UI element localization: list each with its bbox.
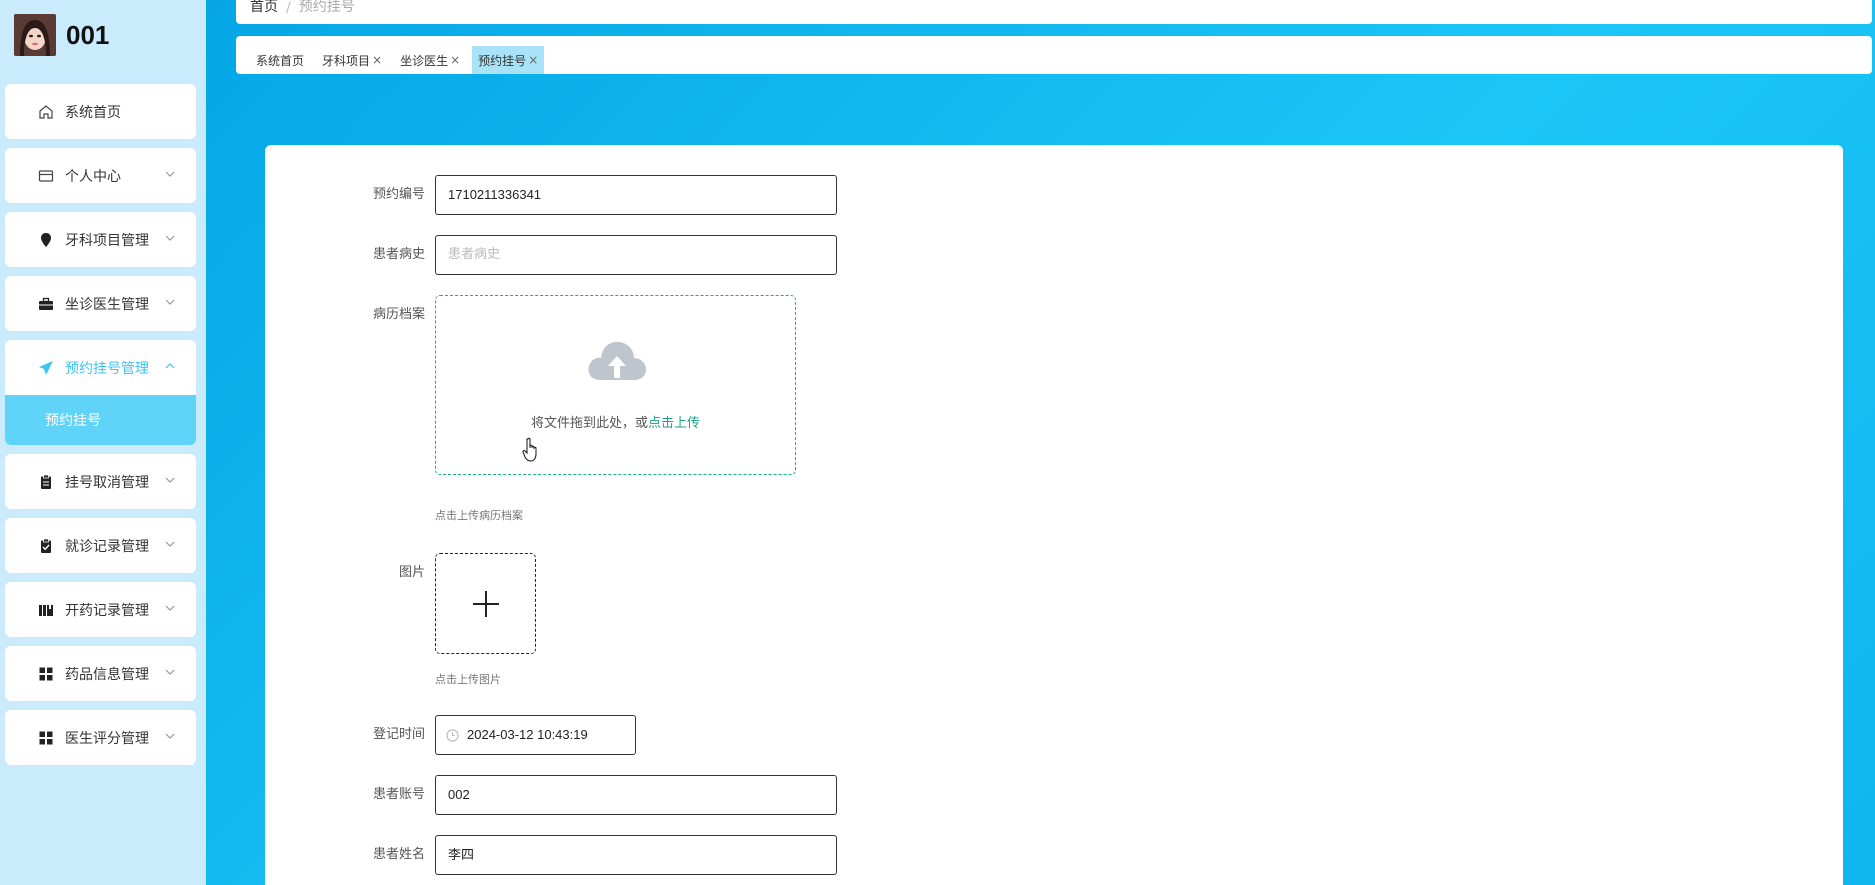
upload-drag-text: 将文件拖到此处，或: [530, 416, 648, 431]
patient-account-label: 患者账号: [372, 787, 425, 802]
form-card: 预约编号 1710211336341 患者病史 患者病史 病历档案 将文件拖到此…: [265, 145, 1843, 885]
records-label: 病历档案: [372, 307, 425, 322]
chevron-up-icon: [165, 363, 175, 369]
sidebar-subitem-booking[interactable]: 预约挂号: [5, 395, 196, 445]
sidebar-item-label: 个人中心: [65, 168, 121, 185]
sidebar-item-prescriptions[interactable]: 开药记录管理: [5, 582, 196, 637]
history-input[interactable]: 患者病史: [435, 235, 837, 275]
form-row-patient-account: 患者账号 002: [265, 775, 837, 815]
form-row-records: 病历档案 将文件拖到此处，或点击上传 点击上传病历档案: [265, 295, 796, 523]
picture-hint: 点击上传图片: [435, 673, 501, 686]
close-icon[interactable]: ×: [450, 53, 460, 67]
picture-upload-button[interactable]: [435, 553, 536, 654]
sidebar-item-doctor-ratings[interactable]: 医生评分管理: [5, 710, 196, 765]
chevron-down-icon: [165, 299, 175, 305]
picture-label: 图片: [398, 565, 425, 580]
submenu-label: 预约挂号: [45, 413, 101, 429]
paper-plane-icon: [37, 359, 55, 377]
patient-account-input[interactable]: 002: [435, 775, 837, 815]
tab-label: 牙科项目: [322, 53, 371, 68]
cloud-upload-icon: [588, 341, 647, 380]
history-label: 患者病史: [372, 247, 425, 262]
user-profile: 001: [14, 14, 109, 56]
sidebar-group-appointments: 预约挂号管理 预约挂号: [5, 340, 196, 445]
patient-name-input[interactable]: 李四: [435, 835, 837, 875]
picture-upload-group: 点击上传图片: [435, 553, 536, 687]
sidebar-item-label: 药品信息管理: [65, 666, 149, 683]
home-icon: [37, 103, 55, 121]
close-icon[interactable]: ×: [372, 53, 382, 67]
sidebar-item-label: 牙科项目管理: [65, 232, 149, 249]
clipboard-check-icon: [37, 537, 55, 555]
sidebar-item-label: 医生评分管理: [65, 730, 149, 747]
register-time-picker[interactable]: 2024-03-12 10:43:19: [435, 715, 636, 755]
grid-icon: [37, 665, 55, 683]
sidebar-item-home[interactable]: 系统首页: [5, 84, 196, 139]
username: 001: [66, 19, 110, 50]
tab-dental-projects[interactable]: 牙科项目 ×: [316, 46, 388, 74]
tab-label: 预约挂号: [478, 53, 527, 68]
sidebar-item-appointments[interactable]: 预约挂号管理: [5, 340, 196, 395]
records-hint: 点击上传病历档案: [435, 509, 523, 522]
chevron-down-icon: [165, 541, 175, 547]
briefcase-icon: [37, 295, 55, 313]
sidebar-item-personal-center[interactable]: 个人中心: [5, 148, 196, 203]
sidebar-item-label: 坐诊医生管理: [65, 296, 149, 313]
records-upload-dropzone[interactable]: 将文件拖到此处，或点击上传: [435, 295, 796, 475]
form-row-history: 患者病史 患者病史: [265, 235, 837, 275]
patient-name-label: 患者姓名: [372, 847, 425, 862]
sidebar-menu: 系统首页 个人中心 牙科项目管理 坐诊医生管理 预约挂号管理 预约挂号 挂号取消…: [5, 84, 196, 774]
main-area: 首页 / 预约挂号 系统首页 牙科项目 × 坐诊医生 × 预约挂号 × 预约编号…: [206, 0, 1875, 885]
sidebar-item-doctors[interactable]: 坐诊医生管理: [5, 276, 196, 331]
chevron-down-icon: [165, 477, 175, 483]
register-time-label: 登记时间: [372, 727, 425, 742]
breadcrumb: 首页 / 预约挂号: [236, 0, 1872, 24]
sidebar-item-label: 就诊记录管理: [65, 538, 149, 555]
clock-icon: [446, 728, 459, 742]
chevron-down-icon: [165, 605, 175, 611]
breadcrumb-home[interactable]: 首页: [250, 0, 278, 16]
sidebar-item-label: 预约挂号管理: [65, 360, 149, 377]
chevron-down-icon: [165, 669, 175, 675]
sidebar-item-dental-projects[interactable]: 牙科项目管理: [5, 212, 196, 267]
form-row-register-time: 登记时间 2024-03-12 10:43:19: [265, 715, 636, 755]
booking-no-label: 预约编号: [372, 187, 425, 202]
tab-booking[interactable]: 预约挂号 ×: [472, 46, 545, 74]
books-icon: [37, 601, 55, 619]
tabs-bar: 系统首页 牙科项目 × 坐诊医生 × 预约挂号 ×: [236, 36, 1872, 74]
breadcrumb-current: 预约挂号: [298, 0, 355, 15]
plus-icon: [472, 590, 499, 617]
breadcrumb-separator: /: [286, 0, 291, 16]
records-upload-group: 将文件拖到此处，或点击上传 点击上传病历档案: [435, 295, 796, 523]
chevron-down-icon: [165, 171, 175, 177]
form-row-booking-no: 预约编号 1710211336341: [265, 175, 837, 215]
form-row-picture: 图片 点击上传图片: [265, 553, 536, 687]
avatar[interactable]: [14, 14, 56, 56]
sidebar-item-cancellations[interactable]: 挂号取消管理: [5, 454, 196, 509]
sidebar-item-label: 开药记录管理: [65, 602, 149, 619]
location-pin-icon: [37, 231, 55, 249]
upload-text: 将文件拖到此处，或点击上传: [436, 412, 795, 431]
tab-doctors[interactable]: 坐诊医生 ×: [394, 46, 466, 74]
sidebar-item-label: 挂号取消管理: [65, 474, 149, 491]
chevron-down-icon: [165, 235, 175, 241]
grid-icon: [37, 729, 55, 747]
register-time-value: 2024-03-12 10:43:19: [467, 727, 588, 742]
chevron-down-icon: [165, 733, 175, 739]
sidebar: 001 系统首页 个人中心 牙科项目管理 坐诊医生管理 预约挂号管理 预约挂号 …: [0, 0, 206, 885]
tab-label: 系统首页: [256, 53, 305, 68]
sidebar-item-visit-records[interactable]: 就诊记录管理: [5, 518, 196, 573]
close-icon[interactable]: ×: [528, 53, 538, 67]
card-icon: [37, 167, 55, 185]
booking-no-input[interactable]: 1710211336341: [435, 175, 837, 215]
sidebar-item-medicines[interactable]: 药品信息管理: [5, 646, 196, 701]
tab-label: 坐诊医生: [400, 53, 449, 68]
form-row-patient-name: 患者姓名 李四: [265, 835, 837, 875]
upload-link[interactable]: 点击上传: [648, 416, 700, 431]
tab-home[interactable]: 系统首页: [250, 46, 310, 74]
sidebar-item-label: 系统首页: [65, 104, 121, 121]
clipboard-icon: [37, 473, 55, 491]
hand-cursor-icon: [522, 437, 537, 462]
